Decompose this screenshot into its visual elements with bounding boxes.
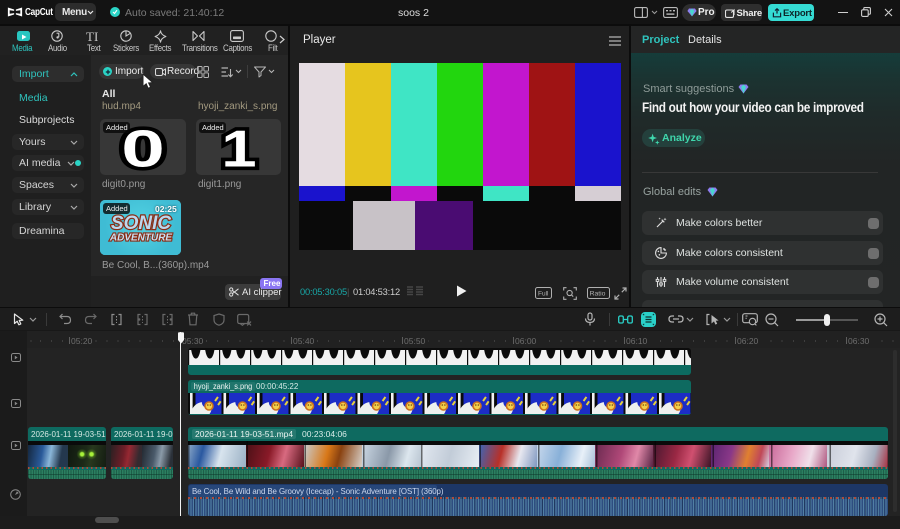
svg-text:Ratio: Ratio <box>590 291 606 298</box>
svg-text:Full: Full <box>538 291 549 298</box>
svg-text:ADVENTURE: ADVENTURE <box>109 233 173 244</box>
svg-text:1: 1 <box>221 121 256 178</box>
svg-text:SONIC: SONIC <box>111 213 171 234</box>
